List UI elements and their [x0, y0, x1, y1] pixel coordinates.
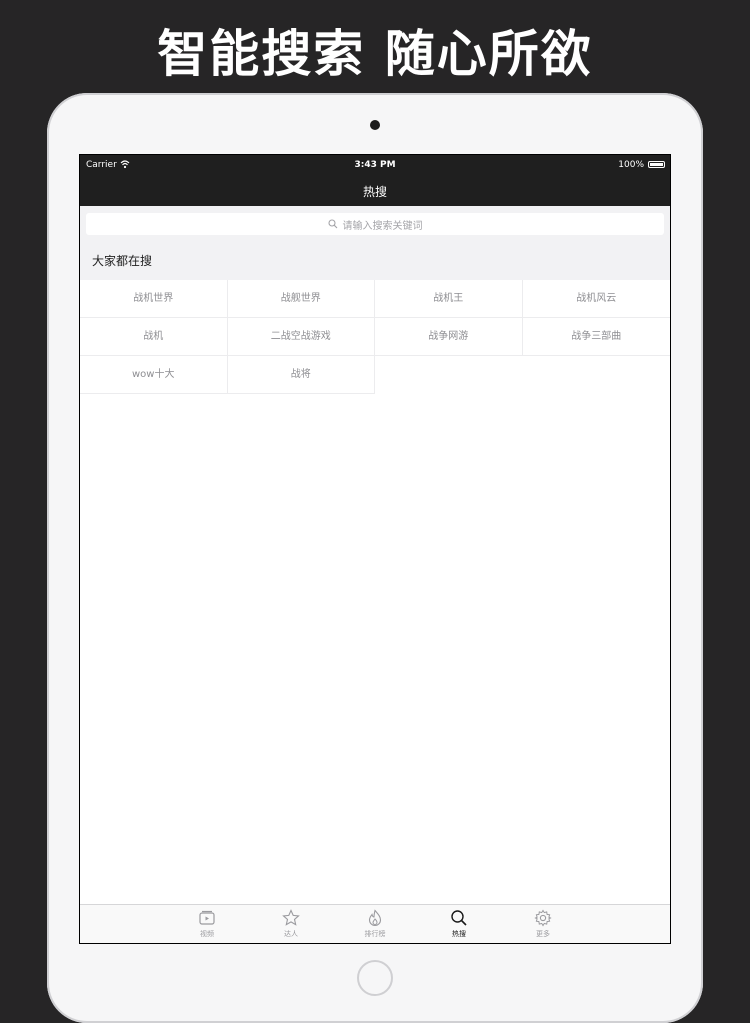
hot-search-item[interactable]: 战机王 [375, 280, 523, 318]
nav-header: Carrier 3:43 PM 100% 热搜 [80, 155, 670, 206]
hot-search-item[interactable]: 战机风云 [522, 280, 670, 318]
flame-icon [368, 909, 382, 926]
star-icon [282, 909, 300, 926]
promo-title: 智能搜索 随心所欲 [157, 25, 593, 83]
video-icon [199, 910, 215, 925]
status-time: 3:43 PM [354, 160, 396, 170]
tab-hot-search[interactable]: 热搜 [417, 905, 501, 943]
hot-search-item[interactable]: 战舰世界 [227, 280, 375, 318]
hot-search-item[interactable]: 战机 [80, 318, 228, 356]
battery-icon [648, 161, 665, 168]
page-title: 热搜 [362, 185, 387, 199]
hot-search-item[interactable]: 战将 [227, 356, 375, 394]
tab-talent[interactable]: 达人 [249, 905, 333, 943]
home-button[interactable] [357, 960, 393, 996]
battery-label: 100% [618, 160, 644, 170]
hot-search-item[interactable]: wow十大 [80, 356, 228, 394]
tab-label: 达人 [284, 930, 298, 938]
tab-label: 热搜 [452, 930, 466, 938]
search-bar: 请输入搜索关键词 [80, 206, 670, 242]
search-input[interactable]: 请输入搜索关键词 [86, 213, 664, 235]
section-title: 大家都在搜 [80, 242, 670, 280]
hot-search-item[interactable]: 二战空战游戏 [227, 318, 375, 356]
app-screen: Carrier 3:43 PM 100% 热搜 请输入搜索关键词 大家都在搜 战… [79, 154, 671, 944]
gear-icon [534, 909, 552, 927]
tab-ranking[interactable]: 排行榜 [333, 905, 417, 943]
hot-search-item[interactable]: 战争网游 [375, 318, 523, 356]
tab-video[interactable]: 视频 [165, 905, 249, 943]
status-bar: Carrier 3:43 PM 100% [80, 155, 670, 175]
hot-search-item[interactable]: 战争三部曲 [522, 318, 670, 356]
hot-search-item[interactable]: 战机世界 [80, 280, 228, 318]
camera-icon [370, 120, 380, 130]
tab-more[interactable]: 更多 [501, 905, 585, 943]
tab-bar: 视频 达人 排行榜 热搜 更多 [80, 904, 670, 943]
tab-label: 视频 [200, 930, 214, 938]
search-icon [327, 219, 337, 229]
tab-label: 排行榜 [364, 930, 386, 938]
search-placeholder: 请输入搜索关键词 [342, 220, 423, 232]
tab-label: 更多 [536, 930, 550, 938]
search-icon [451, 910, 467, 926]
hot-search-grid: 战机世界 战舰世界 战机王 战机风云 战机 二战空战游戏 战争网游 战争三部曲 … [80, 280, 670, 394]
